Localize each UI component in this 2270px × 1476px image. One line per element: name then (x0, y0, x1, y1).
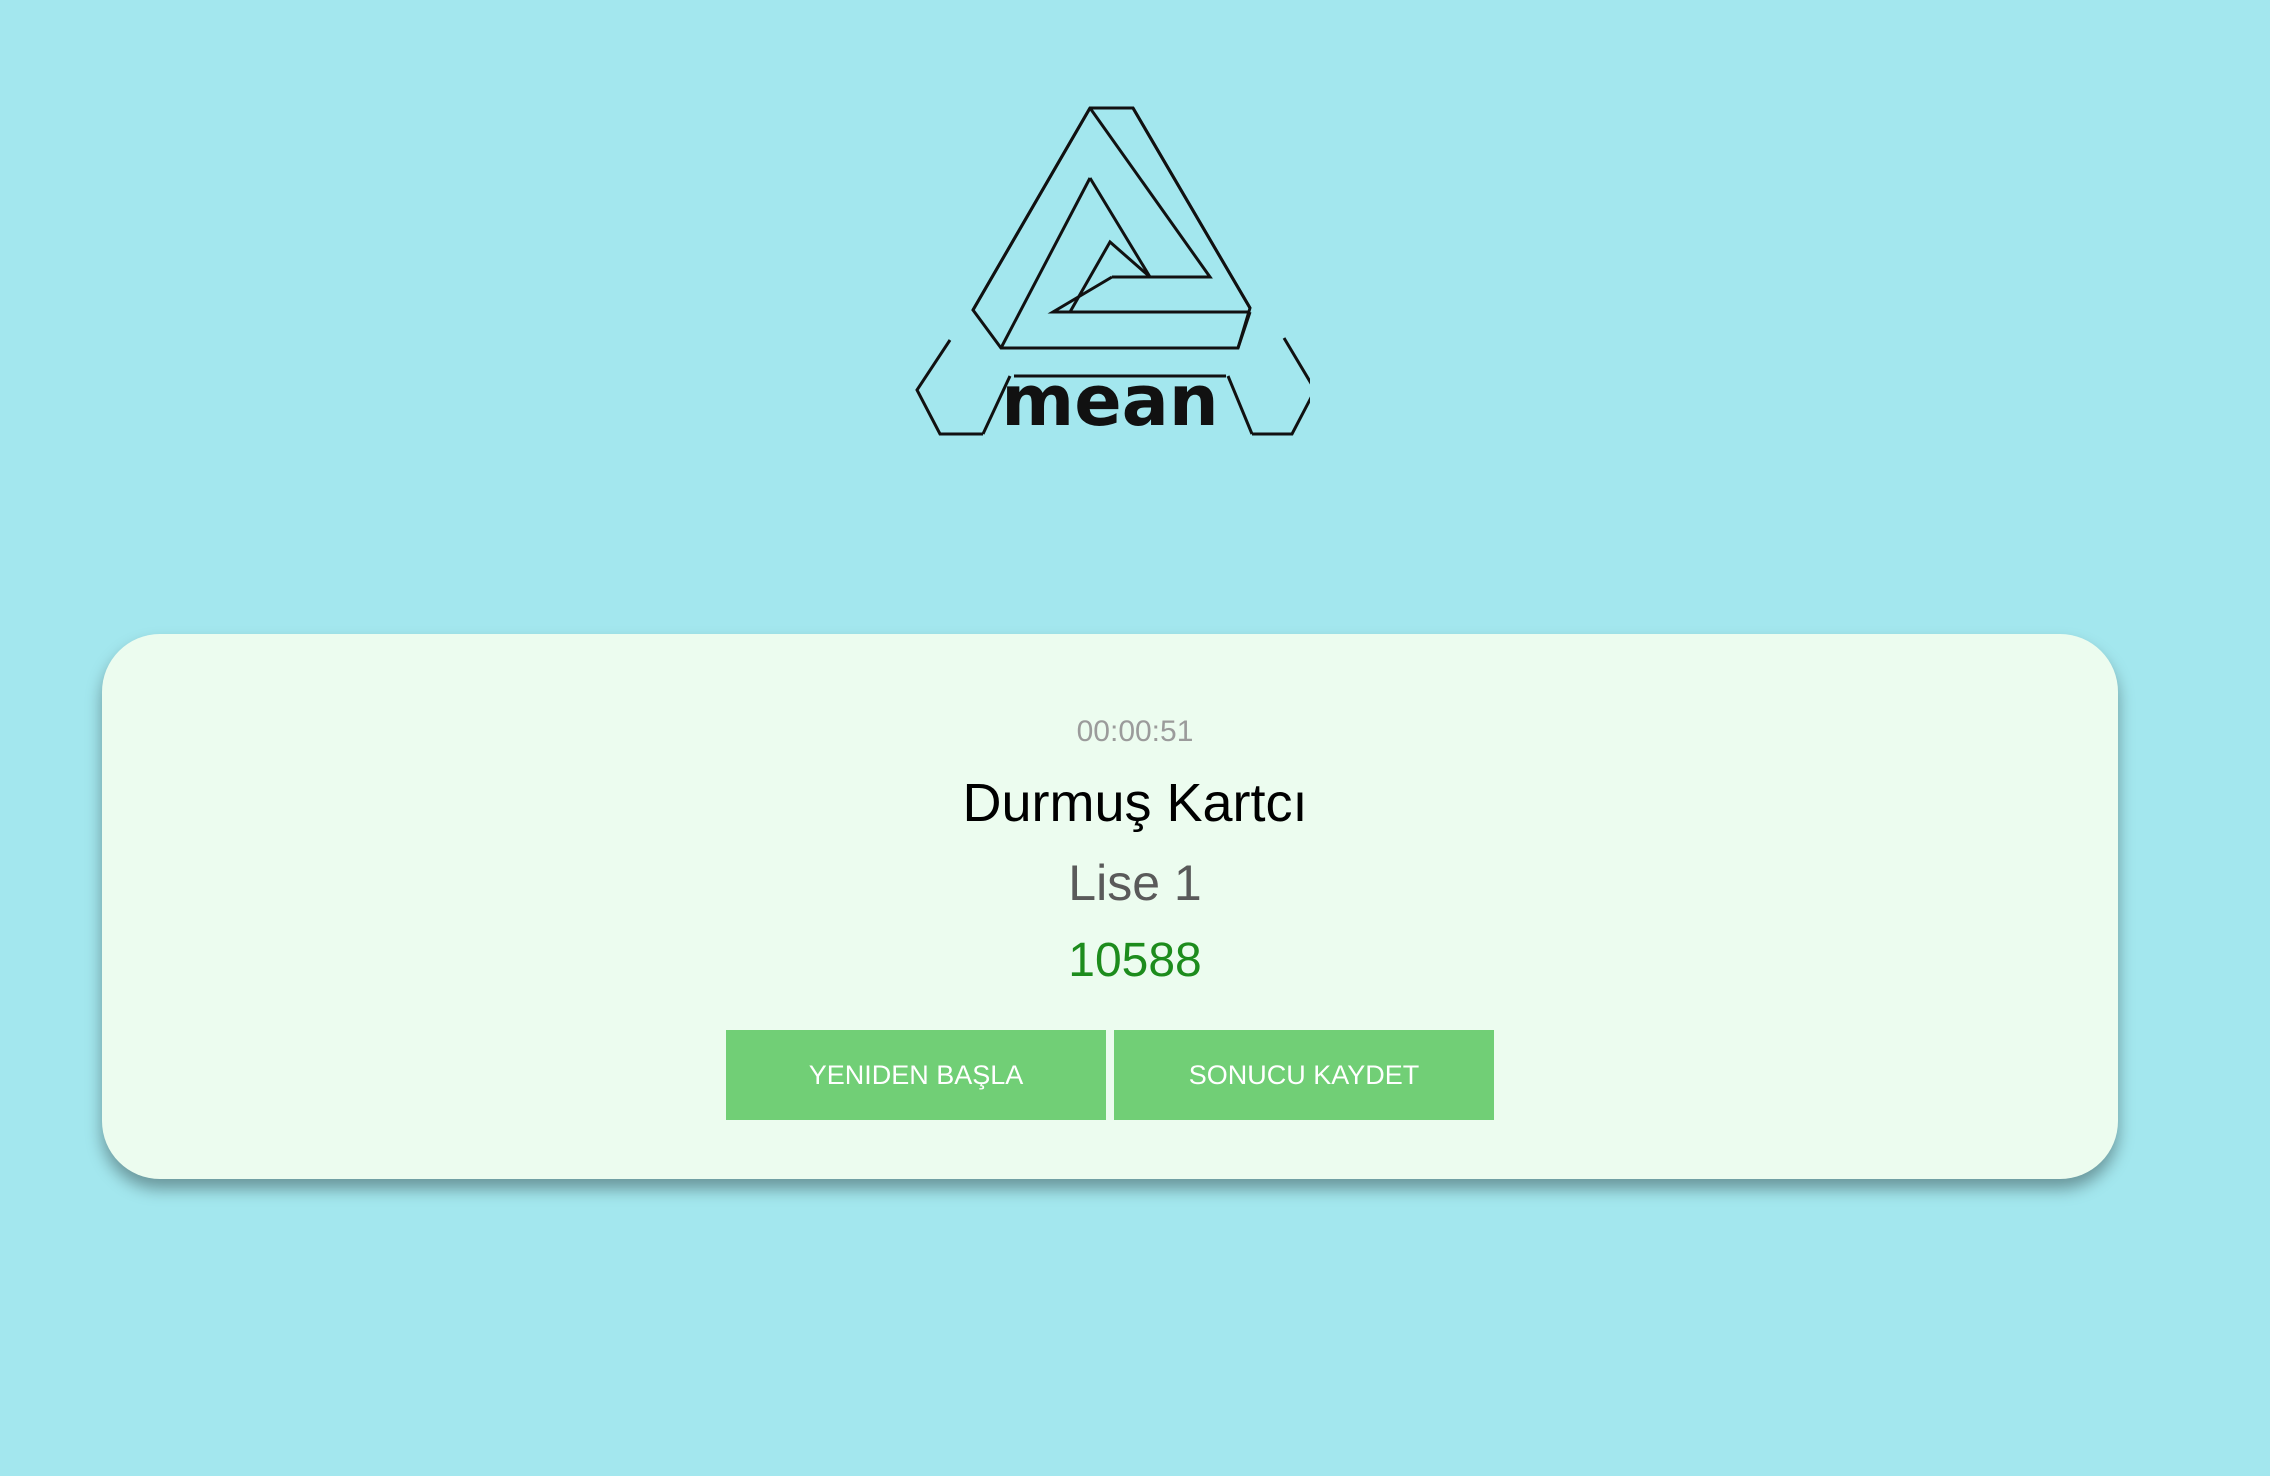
player-name: Durmuş Kartcı (962, 773, 1308, 833)
save-result-button[interactable]: SONUCU KAYDET (1114, 1030, 1494, 1120)
restart-button[interactable]: YENIDEN BAŞLA (726, 1030, 1106, 1120)
elapsed-timer: 00:00:51 (1076, 715, 1194, 748)
mean-logo: mean (910, 100, 1310, 440)
level-label: Lise 1 (1068, 855, 1202, 911)
logo-wordmark: mean (1001, 360, 1219, 440)
impossible-triangle-logo-icon: mean (915, 106, 1310, 440)
page: mean 00:00:51 Durmuş Kartcı Lise 1 10588… (0, 0, 2270, 1476)
score-value: 10588 (1068, 934, 1202, 987)
